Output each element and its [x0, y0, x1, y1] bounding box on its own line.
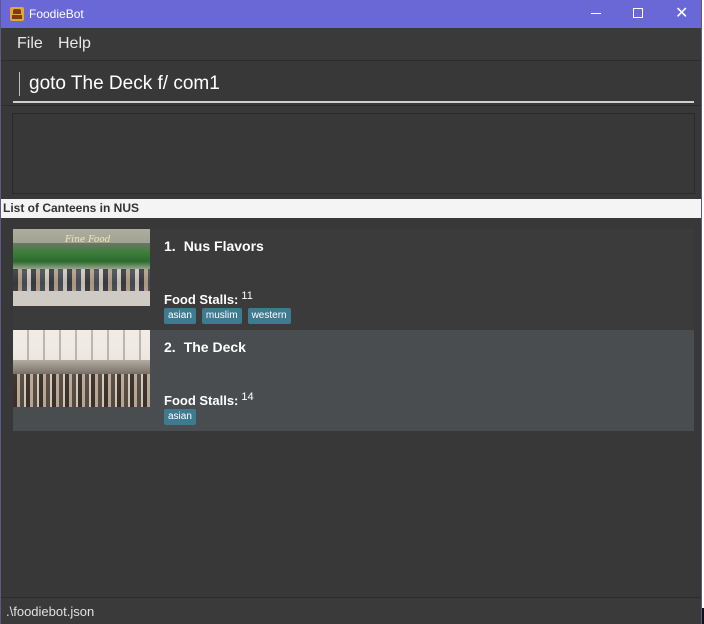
- list-header: List of Canteens in NUS: [1, 199, 701, 218]
- status-bar: .\foodiebot.json: [1, 597, 701, 624]
- result-display: [12, 113, 695, 194]
- canteen-image-floor: [13, 291, 150, 306]
- menu-file[interactable]: File: [17, 35, 43, 53]
- food-stalls-label: Food Stalls:: [164, 292, 239, 307]
- canteen-image-crowd: [13, 269, 150, 291]
- canteen-image-roof: [13, 330, 150, 360]
- food-stalls-label: Food Stalls:: [164, 393, 239, 408]
- food-stalls-row: Food Stalls: 14: [164, 391, 254, 408]
- tag: western: [247, 308, 291, 324]
- canteen-image: Fine Food: [13, 229, 150, 306]
- minimize-icon: [591, 13, 601, 14]
- menu-bar: File Help: [1, 28, 701, 61]
- canteen-name-row: 1. Nus Flavors: [164, 238, 264, 254]
- close-button[interactable]: ✕: [659, 0, 701, 28]
- menu-help[interactable]: Help: [58, 35, 91, 53]
- command-input-wrapper: [13, 66, 694, 103]
- title-bar[interactable]: FoodieBot ✕: [1, 0, 701, 28]
- foodiebot-window: FoodieBot ✕ File Help List of Canteens i…: [0, 0, 702, 624]
- window-title: FoodieBot: [29, 7, 84, 21]
- save-file-path: .\foodiebot.json: [6, 604, 95, 619]
- maximize-icon: [633, 8, 643, 18]
- food-stalls-row: Food Stalls: 11: [164, 290, 253, 307]
- command-box: [1, 62, 701, 106]
- list-title: List of Canteens in NUS: [3, 201, 140, 215]
- food-stalls-count: 11: [241, 290, 253, 302]
- canteen-name-row: 2. The Deck: [164, 339, 246, 355]
- maximize-button[interactable]: [616, 0, 660, 28]
- canteen-name: The Deck: [183, 339, 246, 355]
- tag-list: asian: [164, 409, 196, 425]
- canteen-image-crowd: [13, 374, 150, 407]
- tag: asian: [164, 409, 196, 425]
- canteen-index: 2.: [164, 339, 176, 355]
- canteen-name: Nus Flavors: [183, 238, 264, 254]
- canteen-card[interactable]: Fine Food 1. Nus Flavors Food Stalls: 11 a…: [13, 229, 694, 330]
- tag: asian: [164, 308, 196, 324]
- canteen-image-sign: Fine Food: [65, 235, 111, 245]
- minimize-button[interactable]: [574, 0, 618, 28]
- command-input[interactable]: [29, 70, 679, 98]
- canteen-index: 1.: [164, 238, 176, 254]
- canteen-card-selected[interactable]: 2. The Deck Food Stalls: 14 asian: [13, 330, 694, 431]
- food-stalls-count: 14: [241, 391, 254, 403]
- canteen-list[interactable]: Fine Food 1. Nus Flavors Food Stalls: 11 a…: [1, 218, 701, 596]
- command-caret: [19, 72, 20, 96]
- tag-list: asian muslim western: [164, 308, 291, 324]
- app-icon: [10, 7, 24, 21]
- close-icon: ✕: [675, 3, 689, 22]
- canteen-image: [13, 330, 150, 407]
- tag: muslim: [201, 308, 242, 324]
